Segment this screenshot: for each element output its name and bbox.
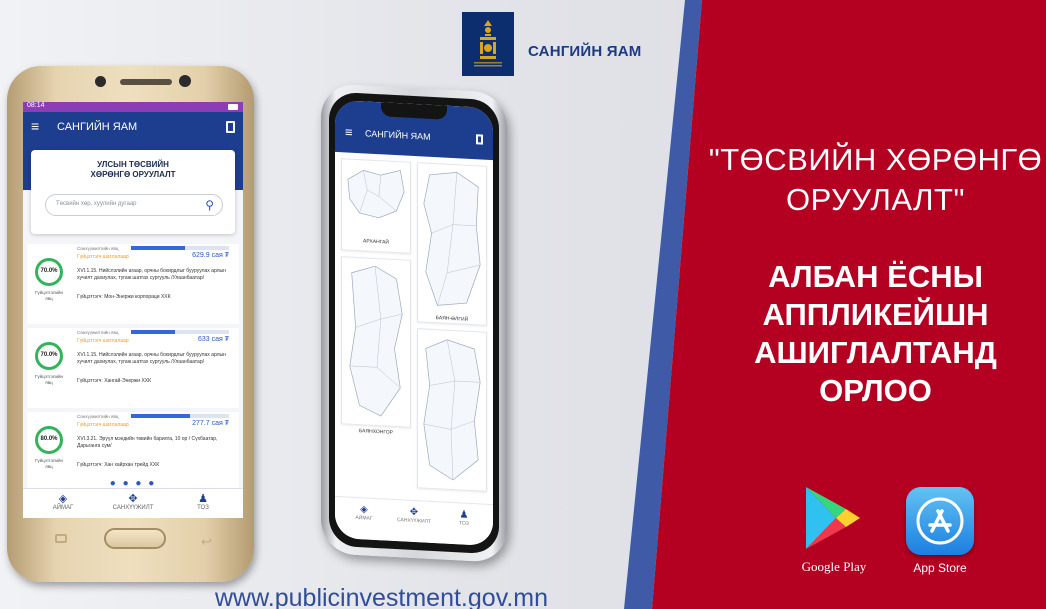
item-meta: Санхүүжилтийн явц bbox=[77, 246, 119, 251]
progress-ring: 70.0% bbox=[35, 258, 63, 286]
contractor-label: Гүйцэтгэгч: bbox=[77, 294, 103, 300]
app-name-headline: "ТӨСВИЙН ХӨРӨНГӨ ОРУУЛАЛТ" bbox=[705, 140, 1046, 220]
contractor-label: Гүйцэтгэгч: bbox=[77, 378, 103, 384]
progress-ring: 70.0% bbox=[35, 342, 63, 370]
item-status: Гүйцэтгэгч шатлалаар bbox=[77, 338, 129, 344]
tab-label: САНХҮҮЖИЛТ bbox=[112, 505, 154, 511]
progress-label: Гүйцэтгэлийн явц bbox=[29, 374, 69, 386]
front-sensor bbox=[95, 76, 106, 87]
progress-label-line2: явц bbox=[45, 296, 53, 301]
recent-apps-key bbox=[55, 534, 67, 543]
status-bar: 08:14 bbox=[23, 102, 243, 112]
funding-progress-bar bbox=[131, 246, 229, 250]
contractor-name: Мон-Энержи корпораци ХХК bbox=[104, 294, 171, 300]
bottom-tab-bar: ◈ АЙМАГ ✥ САНХҮҮЖИЛТ ♟ ТОЗ bbox=[23, 488, 243, 518]
ministry-name: САНГИЙН ЯАМ bbox=[528, 43, 642, 60]
item-status: Гүйцэтгэгч шатлалаар bbox=[77, 422, 129, 428]
tab-label: ТОЗ bbox=[197, 505, 209, 511]
project-list-item[interactable]: Санхүүжилтийн явц Гүйцэтгэгч шатлалаар 6… bbox=[27, 244, 239, 324]
funding-progress-bar bbox=[131, 330, 229, 334]
search-card: УЛСЫН ТӨСВИЙН ХӨРӨНГӨ ОРУУЛАЛТ Төсвийн х… bbox=[31, 150, 235, 234]
search-card-title: УЛСЫН ТӨСВИЙН ХӨРӨНГӨ ОРУУЛАЛТ bbox=[31, 160, 235, 180]
android-phone-mockup: 08:14 ≡ САНГИЙН ЯАМ УЛСЫН ТӨСВИЙН ХӨРӨНГ… bbox=[7, 66, 254, 582]
chart-icon: ✥ bbox=[128, 493, 138, 505]
battery-icon bbox=[228, 104, 238, 110]
website-url[interactable]: www.publicinvestment.gov.mn bbox=[215, 584, 548, 609]
tab-aimag[interactable]: ◈ АЙМАГ bbox=[33, 492, 93, 511]
earpiece-speaker bbox=[120, 79, 172, 85]
google-play-icon[interactable] bbox=[800, 483, 864, 553]
item-contractor: Гүйцэтгэгч: Хангай-Энержи ХХК bbox=[77, 378, 151, 384]
contractor-name: Хан хайрхан трейд ХХК bbox=[104, 462, 160, 468]
menu-icon[interactable]: ≡ bbox=[31, 118, 39, 134]
contractor-label: Гүйцэтгэгч: bbox=[77, 462, 103, 468]
app-title: САНГИЙН ЯАМ bbox=[57, 121, 138, 133]
front-camera bbox=[179, 75, 191, 87]
item-description: XVI.3.21. Эрүүл мэндийн төвийн барилга, … bbox=[77, 436, 218, 449]
app-bar: ≡ САНГИЙН ЯАМ bbox=[23, 112, 243, 142]
item-status: Гүйцэтгэгч шатлалаар bbox=[77, 254, 129, 260]
app-name-line2: ОРУУЛАЛТ" bbox=[786, 182, 965, 217]
search-card-title-line1: УЛСЫН ТӨСВИЙН bbox=[97, 160, 169, 169]
ministry-emblem-logo bbox=[462, 12, 514, 76]
tab-financing[interactable]: ✥ САНХҮҮЖИЛТ bbox=[103, 492, 163, 511]
layers-icon: ◈ bbox=[58, 493, 68, 505]
user-icon: ♟ bbox=[198, 493, 208, 505]
search-input[interactable]: Төсвийн хөр, хуулийн дугаар ⚲ bbox=[45, 194, 223, 216]
item-description: XVI.1.15. Нийслэлийн агаар, орчны бохирд… bbox=[77, 352, 226, 365]
project-list-item[interactable]: Санхүүжилтийн явц Гүйцэтгэгч шатлалаар 6… bbox=[27, 328, 239, 408]
progress-percent: 70.0% bbox=[40, 352, 58, 358]
item-amount: 629.9 сая ₮ bbox=[192, 252, 229, 259]
progress-percent: 80.0% bbox=[40, 436, 58, 442]
item-contractor: Гүйцэтгэгч: Хан хайрхан трейд ХХК bbox=[77, 462, 159, 468]
tab-label: АЙМАГ bbox=[52, 505, 74, 511]
search-icon[interactable]: ⚲ bbox=[205, 198, 214, 212]
app-store-icon[interactable] bbox=[906, 487, 974, 555]
progress-label: Гүйцэтгэлийн явц bbox=[29, 290, 69, 302]
app-store-label[interactable]: App Store bbox=[900, 561, 980, 575]
funding-progress-fill bbox=[131, 246, 185, 250]
item-description: XVI.1.15. Нийслэлийн агаар, орчны бохирд… bbox=[77, 268, 226, 281]
item-amount: 277.7 сая ₮ bbox=[192, 420, 229, 427]
contractor-name: Хангай-Энержи ХХК bbox=[104, 378, 152, 384]
progress-label: Гүйцэтгэлийн явц bbox=[29, 458, 69, 470]
funding-progress-fill bbox=[131, 330, 176, 334]
status-time: 08:14 bbox=[27, 102, 45, 109]
announcement-line4: ОРЛОО bbox=[819, 373, 932, 408]
progress-label-line2: явц bbox=[45, 464, 53, 469]
item-contractor: Гүйцэтгэгч: Мон-Энержи корпораци ХХК bbox=[77, 294, 171, 300]
launch-announcement: АЛБАН ЁСНЫ АППЛИКЕЙШН АШИГЛАЛТАНД ОРЛОО bbox=[705, 258, 1046, 410]
tab-toz[interactable]: ♟ ТОЗ bbox=[173, 492, 233, 511]
announcement-line3: АШИГЛАЛТАНД bbox=[754, 335, 997, 370]
progress-label-line2: явц bbox=[45, 380, 53, 385]
item-meta: Санхүүжилтийн явц bbox=[77, 414, 119, 419]
google-play-label[interactable]: Google Play bbox=[795, 559, 873, 575]
back-key: ↩ bbox=[201, 534, 212, 549]
home-button bbox=[104, 528, 166, 549]
search-card-title-line2: ХӨРӨНГӨ ОРУУЛАЛТ bbox=[90, 170, 176, 179]
item-meta: Санхүүжилтийн явц bbox=[77, 330, 119, 335]
item-amount: 633 сая ₮ bbox=[197, 336, 229, 343]
search-placeholder: Төсвийн хөр, хуулийн дугаар bbox=[56, 201, 137, 207]
announcement-line1: АЛБАН ЁСНЫ bbox=[768, 259, 983, 294]
map-icon[interactable] bbox=[226, 121, 235, 133]
progress-ring: 80.0% bbox=[35, 426, 63, 454]
funding-progress-bar bbox=[131, 414, 229, 418]
progress-percent: 70.0% bbox=[40, 268, 58, 274]
announcement-line2: АППЛИКЕЙШН bbox=[762, 297, 989, 332]
app-name-line1: "ТӨСВИЙН ХӨРӨНГӨ bbox=[708, 142, 1043, 177]
android-app-screen: 08:14 ≡ САНГИЙН ЯАМ УЛСЫН ТӨСВИЙН ХӨРӨНГ… bbox=[23, 102, 243, 518]
funding-progress-fill bbox=[131, 414, 190, 418]
